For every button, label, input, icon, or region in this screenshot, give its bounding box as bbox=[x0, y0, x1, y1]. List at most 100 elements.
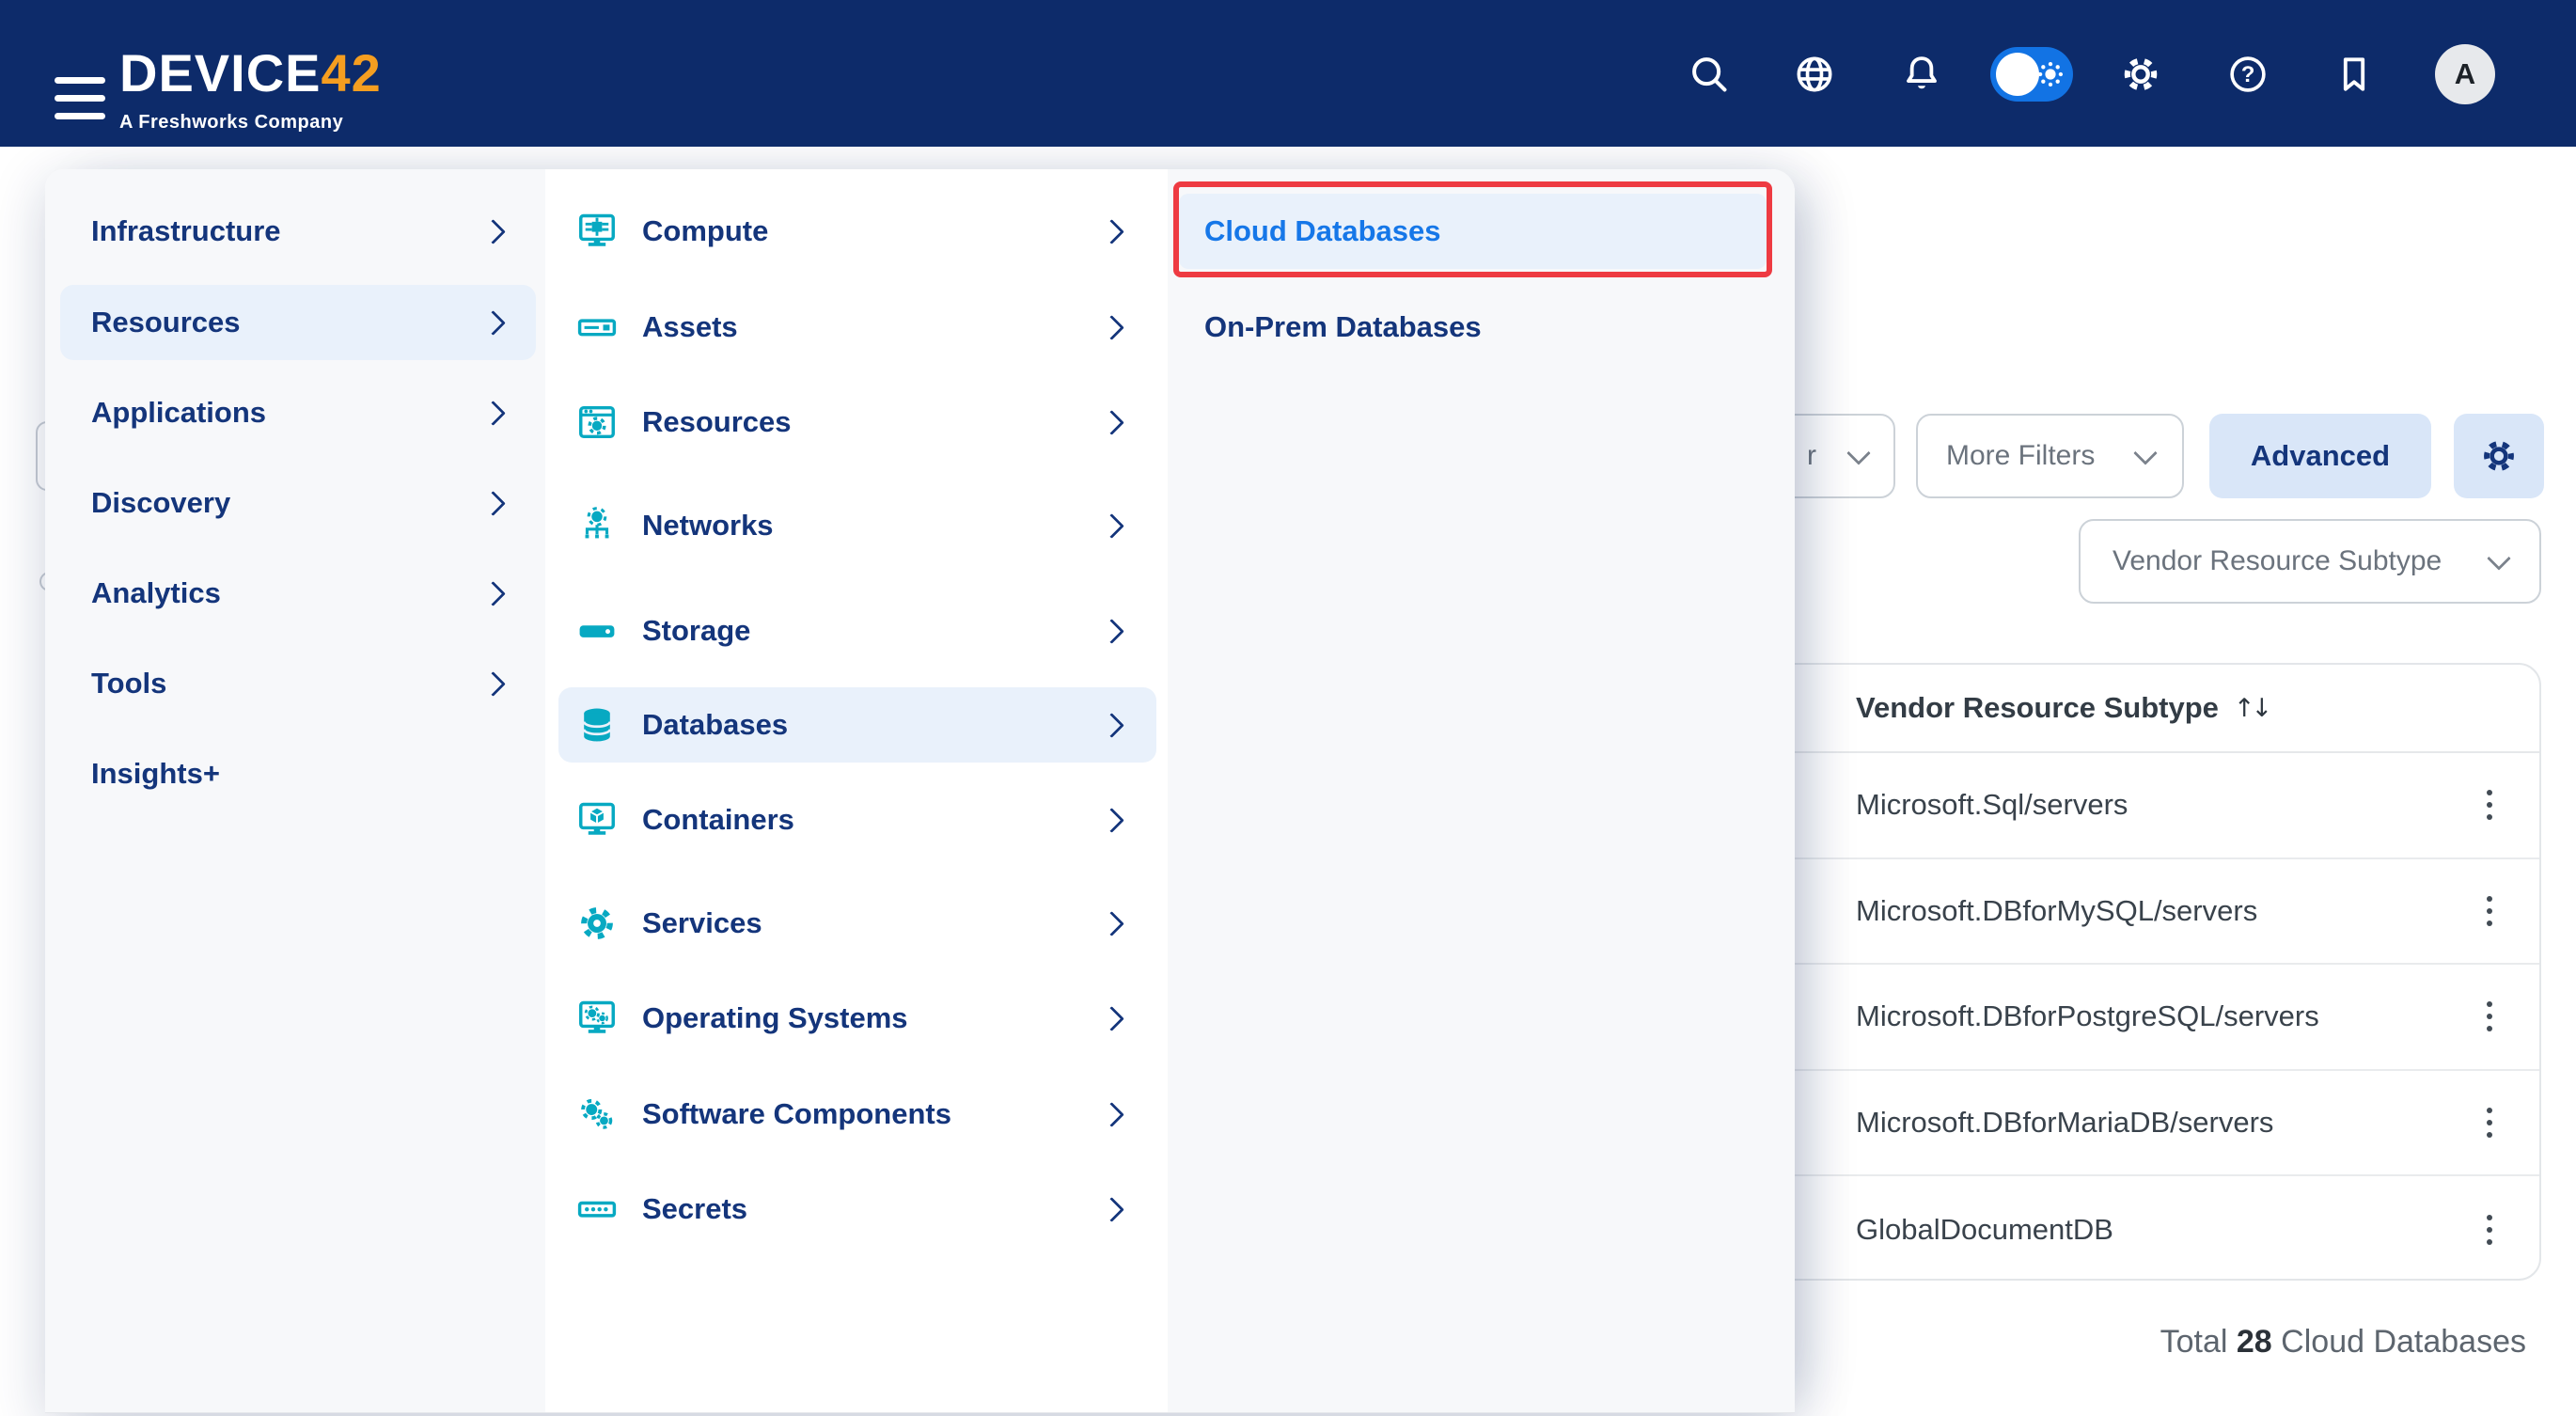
device42-app: r More Filters Advanced Vendor Resource … bbox=[0, 0, 2576, 1416]
databases-icon bbox=[575, 703, 619, 747]
chevron-right-icon bbox=[480, 491, 506, 516]
services-gear-icon bbox=[575, 902, 619, 945]
column-header-label: Vendor Resource Subtype bbox=[1856, 691, 2219, 725]
menu-item-applications[interactable]: Applications bbox=[60, 375, 536, 450]
chevron-down-icon bbox=[2133, 441, 2157, 464]
menu-item-insights-plus[interactable]: Insights+ bbox=[60, 736, 536, 811]
globe-icon[interactable] bbox=[1793, 53, 1836, 96]
table-row[interactable]: Microsoft.DBforMariaDB/servers bbox=[1769, 1071, 2539, 1177]
submenu-item-containers[interactable]: Containers bbox=[558, 782, 1156, 857]
chevron-right-icon bbox=[1099, 1197, 1124, 1222]
chevron-right-icon bbox=[1099, 315, 1124, 340]
chevron-right-icon bbox=[1099, 513, 1124, 539]
avatar-letter: A bbox=[2455, 57, 2475, 91]
chevron-right-icon bbox=[1099, 911, 1124, 936]
submenu-item-services[interactable]: Services bbox=[558, 886, 1156, 961]
theme-toggle[interactable] bbox=[1990, 47, 2073, 102]
menu-column-databases-submenu: Cloud Databases On-Prem Databases bbox=[1168, 169, 1795, 1412]
cell-vendor-resource-subtype: Microsoft.DBforMariaDB/servers bbox=[1856, 1106, 2273, 1140]
total-count-value: 28 bbox=[2237, 1324, 2272, 1360]
software-components-icon bbox=[575, 1093, 619, 1136]
user-avatar[interactable]: A bbox=[2435, 44, 2495, 104]
table-row[interactable]: Microsoft.DBforMySQL/servers bbox=[1769, 859, 2539, 966]
chevron-right-icon bbox=[480, 581, 506, 606]
menu-item-discovery[interactable]: Discovery bbox=[60, 465, 536, 541]
advanced-label: Advanced bbox=[2251, 439, 2390, 473]
row-actions-kebab-icon[interactable] bbox=[2481, 784, 2498, 826]
submenu-item-networks[interactable]: Networks bbox=[558, 488, 1156, 563]
device42-logo[interactable]: DEVICE42 A Freshworks Company bbox=[119, 47, 382, 132]
total-prefix: Total bbox=[2160, 1324, 2228, 1360]
table-header-row[interactable]: Vendor Resource Subtype ↑↓ bbox=[1769, 665, 2539, 753]
table-settings-button[interactable] bbox=[2454, 414, 2544, 498]
toggle-knob bbox=[1996, 53, 2039, 96]
chevron-right-icon bbox=[1099, 619, 1124, 644]
row-actions-kebab-icon[interactable] bbox=[2481, 1209, 2498, 1251]
gear-icon bbox=[2479, 436, 2519, 476]
svg-text:?: ? bbox=[2241, 62, 2255, 87]
assets-icon bbox=[575, 306, 619, 349]
submenu-item-storage[interactable]: Storage bbox=[558, 593, 1156, 669]
more-filters-dropdown[interactable]: More Filters bbox=[1916, 414, 2184, 498]
submenu-item-secrets[interactable]: Secrets bbox=[558, 1172, 1156, 1247]
containers-icon bbox=[575, 798, 619, 842]
chevron-right-icon bbox=[480, 671, 506, 697]
bookmark-icon[interactable] bbox=[2333, 53, 2376, 96]
chevron-right-icon bbox=[480, 310, 506, 336]
row-actions-kebab-icon[interactable] bbox=[2481, 890, 2498, 932]
more-filters-label: More Filters bbox=[1946, 440, 2095, 472]
logo-accent-text: 42 bbox=[322, 43, 382, 102]
navigation-mega-menu: Infrastructure Resources Applications Di… bbox=[45, 169, 1795, 1413]
cell-vendor-resource-subtype: Microsoft.Sql/servers bbox=[1856, 788, 2128, 822]
cell-vendor-resource-subtype: GlobalDocumentDB bbox=[1856, 1213, 2113, 1247]
partial-filter-label: r bbox=[1807, 440, 1816, 472]
row-actions-kebab-icon[interactable] bbox=[2481, 996, 2498, 1037]
menu-item-infrastructure[interactable]: Infrastructure bbox=[60, 194, 536, 269]
cell-vendor-resource-subtype: Microsoft.DBforPostgreSQL/servers bbox=[1856, 999, 2319, 1033]
table-row[interactable]: GlobalDocumentDB bbox=[1769, 1176, 2539, 1281]
chevron-right-icon bbox=[1099, 713, 1124, 738]
menu-item-resources[interactable]: Resources bbox=[60, 285, 536, 360]
menu-item-analytics[interactable]: Analytics bbox=[60, 556, 536, 631]
secrets-icon bbox=[575, 1188, 619, 1231]
menu-column-resources-submenu: Compute Assets bbox=[545, 169, 1168, 1412]
notifications-bell-icon[interactable] bbox=[1900, 53, 1943, 96]
table-row[interactable]: Microsoft.DBforPostgreSQL/servers bbox=[1769, 965, 2539, 1071]
help-icon[interactable]: ? bbox=[2226, 53, 2270, 96]
advanced-button[interactable]: Advanced bbox=[2209, 414, 2431, 498]
row-actions-kebab-icon[interactable] bbox=[2481, 1102, 2498, 1143]
chevron-down-icon bbox=[1846, 441, 1870, 464]
submenu-item-software-components[interactable]: Software Components bbox=[558, 1077, 1156, 1152]
logo-subtitle: A Freshworks Company bbox=[119, 113, 382, 132]
submenu-item-on-prem-databases[interactable]: On-Prem Databases bbox=[1179, 290, 1767, 365]
cloud-databases-table: Vendor Resource Subtype ↑↓ Microsoft.Sql… bbox=[1767, 663, 2541, 1281]
total-count: Total 28 Cloud Databases bbox=[2160, 1324, 2526, 1361]
chevron-right-icon bbox=[1099, 410, 1124, 435]
menu-column-primary: Infrastructure Resources Applications Di… bbox=[45, 169, 545, 1412]
vendor-resource-subtype-filter-dropdown[interactable]: Vendor Resource Subtype bbox=[2079, 519, 2541, 604]
networks-icon bbox=[575, 504, 619, 547]
settings-gear-icon[interactable] bbox=[2119, 53, 2162, 96]
operating-systems-icon bbox=[575, 997, 619, 1040]
submenu-item-cloud-databases[interactable]: Cloud Databases bbox=[1179, 194, 1767, 269]
column-filter-label: Vendor Resource Subtype bbox=[2113, 545, 2442, 577]
menu-item-tools[interactable]: Tools bbox=[60, 646, 536, 721]
submenu-item-databases[interactable]: Databases bbox=[558, 687, 1156, 763]
sun-icon bbox=[2035, 59, 2066, 89]
hamburger-menu-icon[interactable] bbox=[55, 77, 105, 120]
submenu-item-compute[interactable]: Compute bbox=[558, 194, 1156, 269]
chevron-right-icon bbox=[1099, 1102, 1124, 1127]
submenu-item-operating-systems[interactable]: Operating Systems bbox=[558, 981, 1156, 1056]
top-navigation-bar: DEVICE42 A Freshworks Company bbox=[0, 0, 2576, 147]
compute-icon bbox=[575, 210, 619, 253]
table-row[interactable]: Microsoft.Sql/servers bbox=[1769, 753, 2539, 859]
chevron-right-icon bbox=[480, 219, 506, 244]
sort-icon[interactable]: ↑↓ bbox=[2234, 694, 2269, 723]
search-icon[interactable] bbox=[1688, 53, 1731, 96]
total-suffix: Cloud Databases bbox=[2281, 1324, 2526, 1360]
chevron-right-icon bbox=[480, 401, 506, 426]
submenu-item-resources[interactable]: Resources bbox=[558, 385, 1156, 460]
chevron-down-icon bbox=[2487, 546, 2510, 570]
submenu-item-assets[interactable]: Assets bbox=[558, 290, 1156, 365]
chevron-right-icon bbox=[1099, 808, 1124, 833]
